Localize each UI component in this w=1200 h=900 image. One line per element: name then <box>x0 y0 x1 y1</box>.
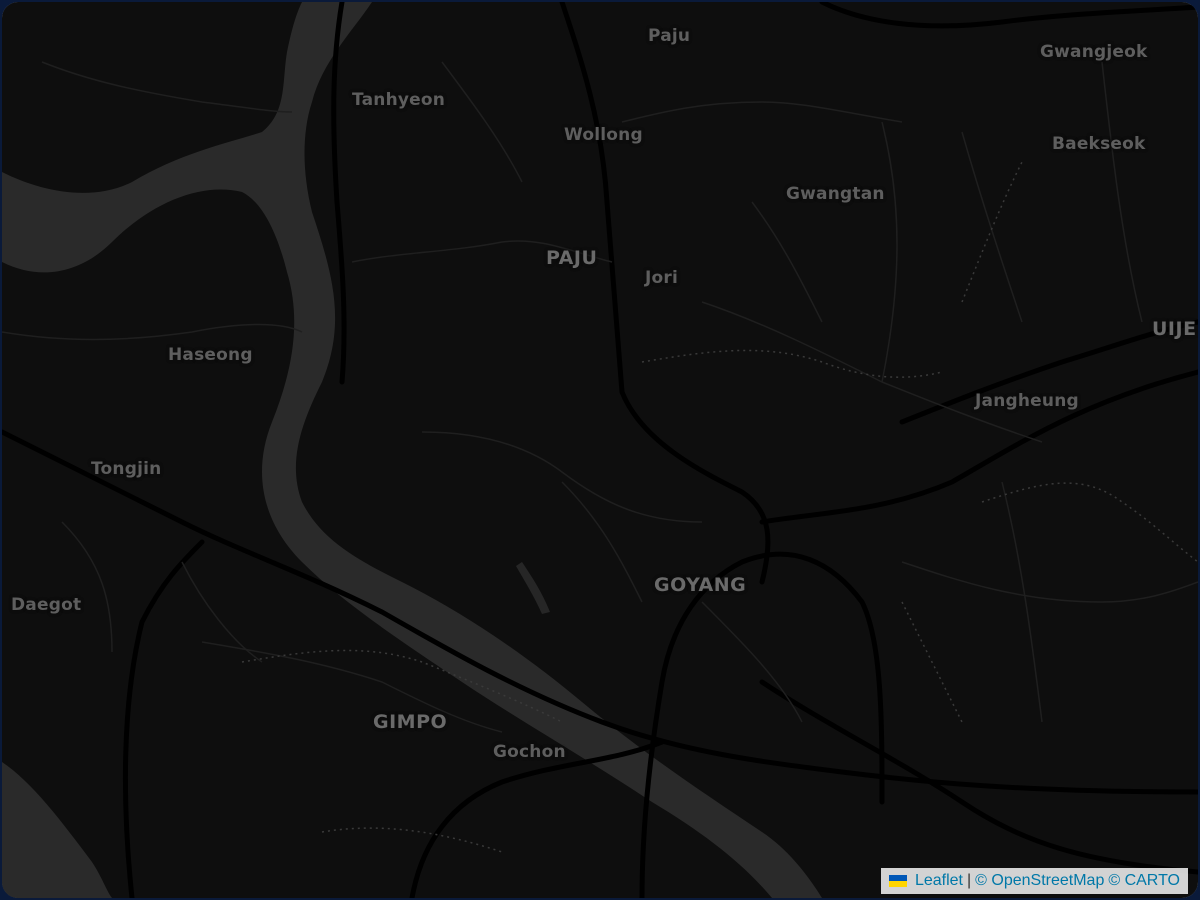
label-jori: Jori <box>645 268 679 288</box>
label-wollong: Wollong <box>564 125 643 145</box>
map-attribution: Leaflet | © OpenStreetMap © CARTO <box>880 868 1188 894</box>
openstreetmap-link[interactable]: © OpenStreetMap <box>975 872 1104 890</box>
label-gwangjeok: Gwangjeok <box>1040 42 1148 62</box>
attribution-separator: | <box>967 872 972 889</box>
map-container[interactable]: Paju Gwangjeok Tanhyeon Wollong Baekseok… <box>2 2 1198 898</box>
label-tongjin: Tongjin <box>91 459 162 479</box>
carto-link[interactable]: © CARTO <box>1108 872 1180 890</box>
label-gwangtan: Gwangtan <box>786 184 885 204</box>
label-gimpo: GIMPO <box>373 711 448 733</box>
label-daegot: Daegot <box>11 595 82 615</box>
label-goyang: GOYANG <box>654 574 747 596</box>
label-paju-town: Paju <box>648 26 691 46</box>
ukraine-flag-icon <box>888 875 907 887</box>
label-jangheung: Jangheung <box>975 391 1079 411</box>
label-haseong: Haseong <box>168 345 253 365</box>
label-paju-city: PAJU <box>546 247 598 269</box>
label-tanhyeon: Tanhyeon <box>352 90 446 110</box>
label-gochon: Gochon <box>493 742 566 762</box>
leaflet-link[interactable]: Leaflet <box>915 872 963 890</box>
label-uije: UIJE <box>1152 318 1197 340</box>
label-baekseok: Baekseok <box>1052 134 1146 154</box>
